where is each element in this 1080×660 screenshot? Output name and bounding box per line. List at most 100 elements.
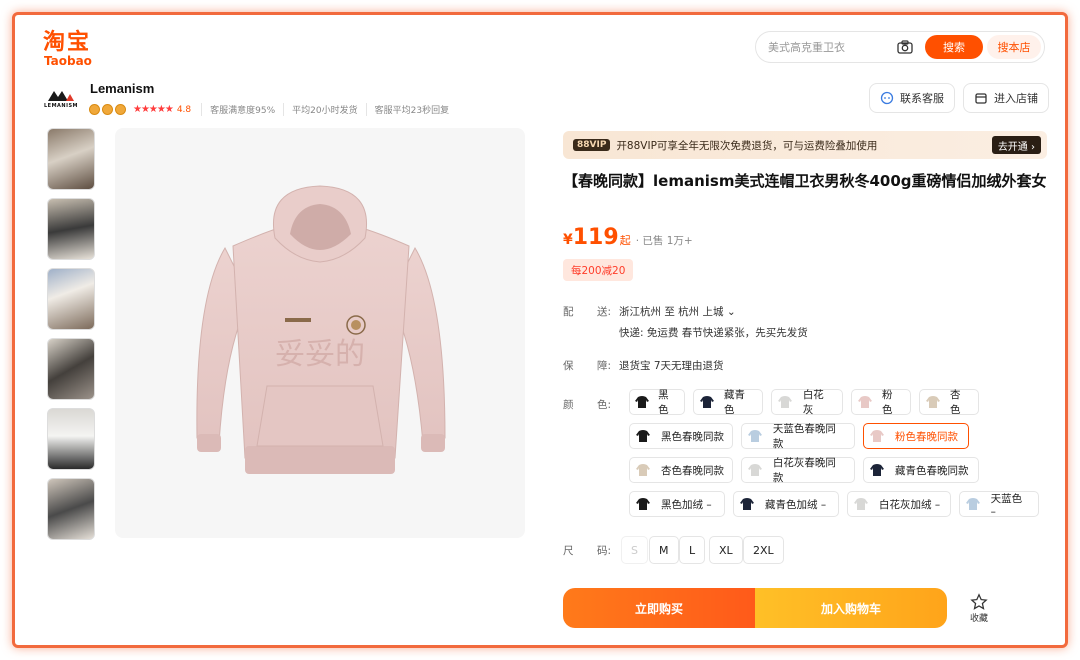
color-option[interactable]: 粉色春晚同款 [863,423,969,449]
shipping-label: 配送: [563,306,612,318]
shop-logo-text: LEMANISM [43,103,79,109]
color-option[interactable]: 藏青色加绒 – [733,491,839,517]
color-option-label: 黑色春晚同款 [661,430,724,443]
hoodie-swatch-icon [633,460,653,480]
color-option[interactable]: 天蓝色 – [959,491,1039,518]
color-option-label: 粉色春晚同款 [895,430,958,443]
color-option-label: 藏青色 [724,389,746,416]
guarantee-text[interactable]: 退货宝 7天无理由退货 [619,358,724,373]
shop-metric-satisfaction: 客服满意度95% [201,103,275,116]
hoodie-swatch-icon [737,494,757,514]
thumbnail-image[interactable] [47,198,95,260]
hoodie-swatch-icon [745,460,765,480]
color-option-label: 白花灰 [802,389,824,416]
hoodie-swatch-icon [697,392,716,412]
hoodie-swatch-icon [775,392,795,412]
guarantee-label: 保障: [563,360,612,372]
shop-metric-response: 客服平均23秒回复 [365,103,449,116]
size-option[interactable]: L [679,536,706,564]
product-title: 【春晚同款】lemanism美式连帽卫衣男秋冬400g重磅情侣加绒外套女 [563,172,1047,190]
color-option[interactable]: 粉色 [851,389,911,416]
color-option-label: 黑色加绒 – [661,498,712,511]
chat-icon [880,91,894,105]
hoodie-swatch-icon [633,426,653,446]
hoodie-swatch-icon [855,392,874,412]
vip-banner[interactable]: 88VIP 开88VIP可享全年无限次免费退货，可与运费险叠加使用 去开通 › [563,131,1047,159]
color-option[interactable]: 白花灰春晚同款 [741,457,855,484]
color-option[interactable]: 白花灰加绒 – [847,491,951,517]
crown-coin-icon [89,104,100,115]
promo-badge[interactable]: 每200减20 [563,259,634,281]
shop-logo-mark [48,91,74,101]
color-option[interactable]: 藏青色 [693,389,763,416]
vip-text: 开88VIP可享全年无限次免费退货，可与运费险叠加使用 [616,139,878,152]
vip-activate-button[interactable]: 去开通 › [991,136,1041,154]
rating-stars: ★★★★★ [133,104,174,115]
search-bar: 美式高克重卫衣 搜索 搜本店 [755,31,1045,63]
contact-service-button[interactable]: 联系客服 [869,83,955,113]
color-label: 颜色: [563,399,612,411]
shop-name[interactable]: Lemanism [90,81,154,96]
price-row: ¥ 119 起 · 已售 1万+ [563,225,693,250]
shop-logo[interactable]: LEMANISM [43,87,79,111]
color-option-label: 黑色 [658,389,669,416]
size-option[interactable]: XL [709,536,743,564]
color-option-label: 天蓝色 – [990,492,1023,518]
color-option[interactable]: 黑色春晚同款 [629,423,733,449]
color-option[interactable]: 杏色 [919,389,979,416]
contact-service-label: 联系客服 [900,92,944,105]
star-icon [970,592,988,610]
color-option-label: 天蓝色春晚同款 [772,423,836,450]
shop-meta: ★★★★★ 4.8 客服满意度95% 平均20小时发货 客服平均23秒回复 [89,103,457,116]
hoodie-swatch-icon [633,392,650,412]
color-option[interactable]: 黑色 [629,389,685,416]
thumbnail-image[interactable] [47,408,95,470]
vip-tag: 88VIP [573,139,611,151]
color-option[interactable]: 杏色春晚同款 [629,457,733,483]
taobao-logo[interactable]: 淘宝 Taobao [43,31,92,68]
thumbnail-image[interactable] [47,478,95,540]
color-option[interactable]: 藏青色春晚同款 [863,457,979,483]
color-option[interactable]: 天蓝色春晚同款 [741,423,855,450]
size-label: 尺码: [563,545,612,557]
color-option-label: 白花灰加绒 – [879,498,941,511]
color-option-label: 杏色春晚同款 [661,464,724,477]
enter-shop-label: 进入店铺 [994,92,1038,105]
print-text: 妥妥的 [275,337,365,372]
color-option[interactable]: 白花灰 [771,389,843,416]
add-to-cart-button[interactable]: 加入购物车 [755,588,947,628]
price-value: 119 [572,225,619,250]
hoodie-swatch-icon [745,426,765,446]
color-option[interactable]: 黑色加绒 – [629,491,725,517]
logo-text-cn: 淘宝 [43,30,92,55]
size-option[interactable]: M [649,536,679,564]
main-product-image[interactable]: 妥妥的 [115,128,525,538]
enter-shop-button[interactable]: 进入店铺 [963,83,1049,113]
shipping-route[interactable]: 浙江杭州 至 杭州 上城 ⌄ [619,304,736,319]
rating-value: 4.8 [176,104,192,115]
thumbnail-image[interactable] [47,338,95,400]
color-option-label: 粉色 [882,389,893,416]
crown-coin-icon [115,104,126,115]
search-input[interactable]: 美式高克重卫衣 [756,39,895,55]
thumbnail-image[interactable] [47,128,95,190]
camera-icon[interactable] [895,37,915,57]
thumbnail-image[interactable] [47,268,95,330]
thumbnail-list [47,128,99,548]
hoodie-swatch-icon [867,460,887,480]
search-shop-button[interactable]: 搜本店 [987,35,1041,59]
size-option[interactable]: 2XL [743,536,784,564]
shop-metric-shipping: 平均20小时发货 [283,103,358,116]
color-option-label: 藏青色春晚同款 [895,464,969,477]
sold-count: · 已售 1万+ [635,235,693,247]
shipping-detail: 快递: 免运费 春节快递紧张，先买先发货 [619,327,808,339]
hoodie-swatch-icon [851,494,871,514]
color-option-label: 藏青色加绒 – [765,498,827,511]
action-bar: 立即购买 加入购物车 收藏 [563,587,1051,629]
search-button[interactable]: 搜索 [925,35,983,59]
buy-now-button[interactable]: 立即购买 [563,588,755,628]
color-option-label: 白花灰春晚同款 [772,457,836,484]
hoodie-illustration: 妥妥的 [196,185,446,474]
hoodie-swatch-icon [867,426,887,446]
favorite-button[interactable]: 收藏 [959,592,999,624]
